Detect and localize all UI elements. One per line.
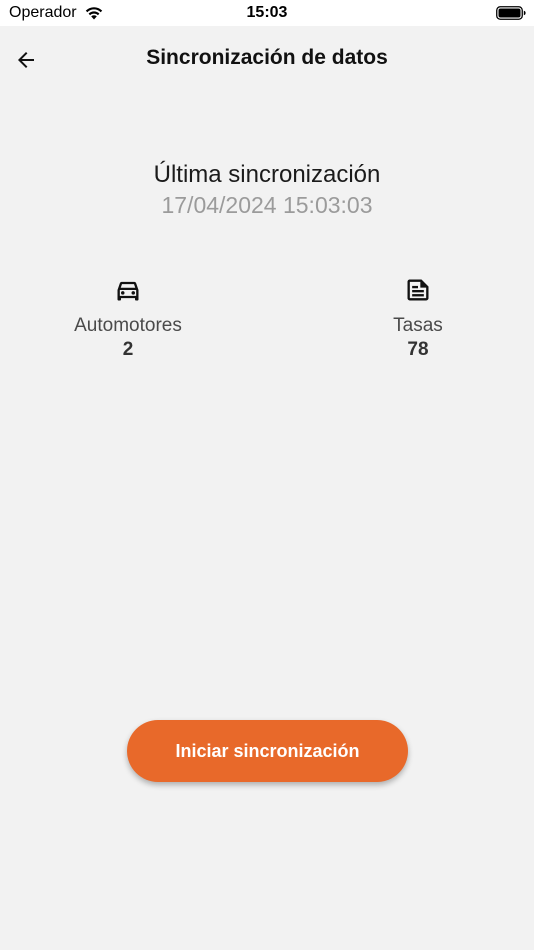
page-title: Sincronización de datos	[146, 46, 388, 69]
battery-icon	[496, 6, 526, 20]
stat-value: 78	[407, 339, 429, 360]
start-sync-button[interactable]: Iniciar sincronización	[127, 720, 408, 782]
car-icon	[117, 281, 139, 301]
sync-screen: Operador 15:03 Sincronización de datos Ú…	[0, 0, 534, 950]
stat-tasas: Tasas 78	[318, 276, 518, 362]
last-sync-section: Última sincronización 17/04/2024 15:03:0…	[0, 160, 534, 220]
stat-value: 2	[122, 339, 134, 360]
document-icon	[407, 279, 429, 301]
last-sync-label: Última sincronización	[153, 161, 381, 188]
status-time: 15:03	[246, 4, 288, 21]
stat-automotores: Automotores 2	[28, 276, 228, 362]
stat-label: Automotores	[74, 315, 182, 336]
status-bar: Operador 15:03	[0, 0, 534, 26]
stat-label: Tasas	[393, 315, 443, 336]
app-bar: Sincronización de datos	[0, 26, 534, 90]
last-sync-timestamp: 17/04/2024 15:03:03	[161, 192, 373, 218]
